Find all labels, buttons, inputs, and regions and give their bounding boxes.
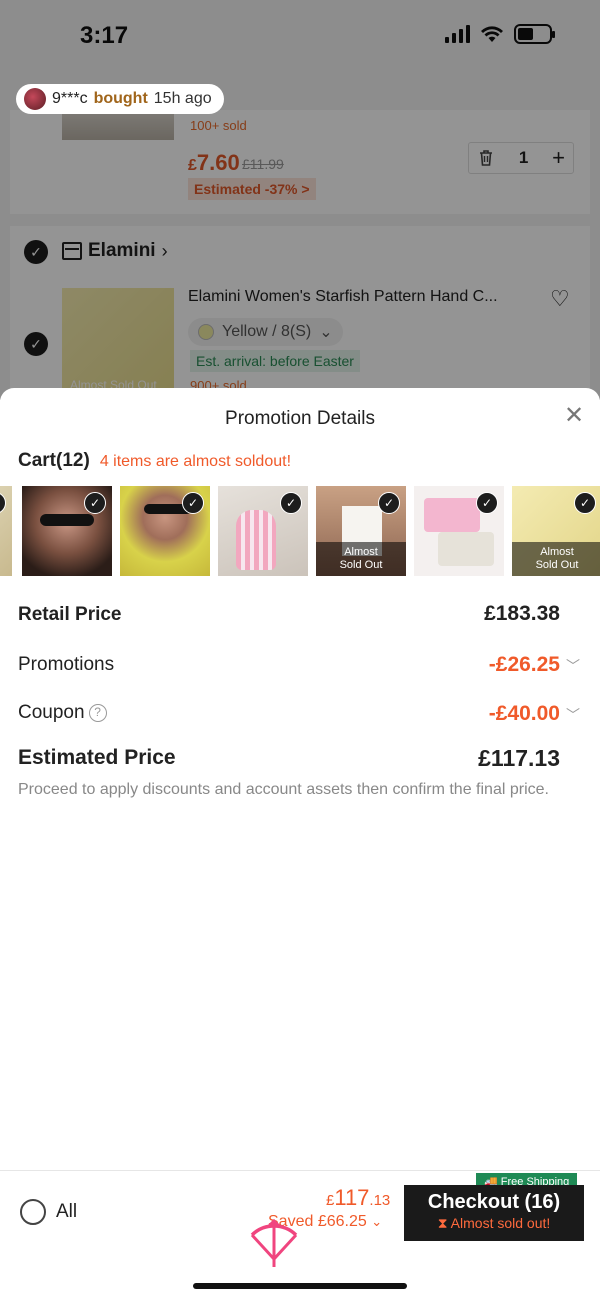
cart-count-label: Cart(12) (18, 450, 90, 471)
cart-item-thumbnail[interactable]: ✓ (414, 486, 504, 576)
estimated-price-value: £117.13 (478, 745, 560, 771)
coupon-row-label: Coupon? (18, 702, 107, 724)
retail-price-value: £183.38 (484, 602, 560, 625)
cart-item-thumbnail[interactable]: ✓ Almost Sold Out (512, 486, 600, 576)
chevron-down-icon: ⌄ (371, 1214, 383, 1229)
home-indicator[interactable] (193, 1283, 407, 1289)
checkmark-icon: ✓ (574, 492, 596, 514)
help-icon[interactable]: ? (88, 704, 107, 722)
total-price: £117.13 (326, 1185, 391, 1210)
bow-arrow-icon[interactable] (248, 1219, 300, 1269)
almost-sold-out-tag: Almost Sold Out (316, 542, 406, 576)
select-all-radio[interactable] (20, 1199, 46, 1225)
checkmark-icon: ✓ (280, 492, 302, 514)
checkmark-icon: ✓ (84, 492, 106, 514)
soldout-warning: 4 items are almost soldout! (99, 453, 292, 470)
coupon-value[interactable]: -£40.00 (489, 702, 560, 726)
promotions-label: Promotions (18, 654, 115, 675)
checkmark-icon: ✓ (0, 492, 6, 514)
checkmark-icon: ✓ (476, 492, 498, 514)
sheet-title: Promotion Details (225, 408, 375, 429)
coupon-label: Coupon (18, 702, 85, 723)
close-icon[interactable]: ✕ (562, 404, 586, 428)
checkout-button[interactable]: Checkout (16) ⧗ Almost sold out! (404, 1185, 584, 1241)
checkmark-icon: ✓ (182, 492, 204, 514)
chevron-down-icon[interactable]: ﹀ (566, 705, 580, 725)
cart-item-thumbnail[interactable]: ✓ (120, 486, 210, 576)
recent-purchase-ticker: 9***c bought 15h ago (16, 84, 224, 114)
retail-price-label: Retail Price (18, 604, 122, 625)
hourglass-icon: ⧗ (437, 1215, 448, 1231)
cart-thumbnails-strip[interactable]: ✓ ✓ ✓ ✓ ✓ AlmostSold Out ✓ ✓ AlmostSold … (0, 486, 600, 576)
promotions-value[interactable]: -£26.25 (489, 653, 560, 677)
checkout-bar: All £117.13 Saved £66.25 ⌄ 🚚 Free Shippi… (0, 1170, 600, 1298)
select-all[interactable]: All (20, 1199, 77, 1225)
cart-item-thumbnail[interactable]: ✓ (218, 486, 308, 576)
checkmark-icon: ✓ (378, 492, 400, 514)
modal-overlay[interactable] (0, 0, 600, 400)
estimated-price-label: Estimated Price (18, 746, 176, 769)
avatar (24, 88, 46, 110)
chevron-down-icon[interactable]: ﹀ (566, 656, 580, 676)
cart-item-thumbnail[interactable]: ✓ (22, 486, 112, 576)
almost-sold-out-tag: Almost Sold Out (512, 542, 600, 576)
select-all-label: All (56, 1201, 78, 1222)
promotion-details-sheet: Promotion Details ✕ Cart(12) 4 items are… (0, 388, 600, 1298)
price-note: Proceed to apply discounts and account a… (18, 781, 549, 798)
cart-item-thumbnail[interactable]: ✓ (0, 486, 12, 576)
cart-item-thumbnail[interactable]: ✓ Almost Sold Out (316, 486, 406, 576)
